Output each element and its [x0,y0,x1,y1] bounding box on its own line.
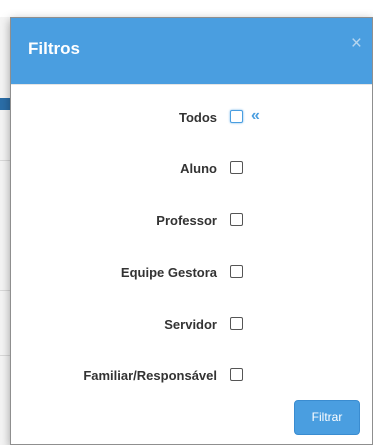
filter-label-todos: Todos [178,110,217,125]
checkbox-aluno[interactable] [230,161,243,174]
filter-button[interactable]: Filtrar [294,400,360,435]
filter-row-todos: Todos « [11,107,372,128]
background-divider [0,355,10,356]
filter-row-professor: Professor [11,211,372,231]
background-left-strip [0,17,10,445]
checkbox-todos[interactable] [230,110,243,123]
background-divider [0,290,10,291]
filter-row-aluno: Aluno [11,159,372,179]
modal-header: Filtros × [11,18,372,85]
checkbox-professor[interactable] [230,213,243,226]
checkbox-familiar-responsavel[interactable] [230,368,243,381]
filter-label-aluno: Aluno [180,161,217,176]
filter-row-equipe-gestora: Equipe Gestora [11,263,372,283]
background-blue-fragment [0,98,10,110]
filter-row-familiar-responsavel: Familiar/Responsável [11,366,372,386]
modal-title: Filtros [28,39,80,58]
filter-label-equipe-gestora: Equipe Gestora [120,265,217,280]
background-divider [0,160,10,161]
background-top-strip [0,0,373,17]
filters-modal: Filtros × Todos « Aluno Professor Equipe… [10,17,373,445]
filter-label-professor: Professor [156,213,217,228]
filter-label-familiar-responsavel: Familiar/Responsável [83,368,217,383]
filter-label-servidor: Servidor [164,317,217,332]
filter-row-servidor: Servidor [11,315,372,335]
double-chevron-left-icon[interactable]: « [251,107,260,125]
checkbox-equipe-gestora[interactable] [230,265,243,278]
checkbox-servidor[interactable] [230,317,243,330]
close-icon[interactable]: × [351,34,362,53]
